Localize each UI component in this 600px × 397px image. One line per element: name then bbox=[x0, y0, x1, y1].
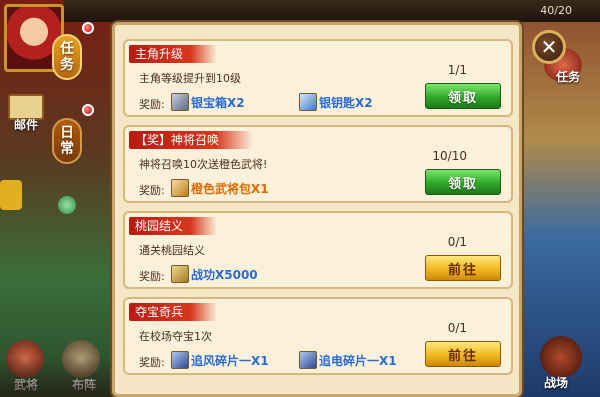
quest-description: 神将召唤10次送橙色武将! bbox=[139, 158, 268, 171]
top-bar: 40/20 bbox=[64, 0, 600, 22]
go-button[interactable]: 前往 bbox=[425, 255, 501, 281]
quest-description: 在校场夺宝1次 bbox=[139, 330, 212, 343]
reward-item: 追电碎片一X1 bbox=[299, 350, 397, 370]
claim-button[interactable]: 领取 bbox=[425, 83, 501, 109]
reward-label: 奖励: bbox=[139, 356, 165, 369]
quest-description: 通关桃园结义 bbox=[139, 244, 205, 257]
quest-title: 【奖】神将召唤 bbox=[129, 131, 254, 149]
reward-item: 追风碎片一X1 bbox=[171, 350, 269, 370]
silver-key-icon bbox=[299, 93, 317, 111]
fragment-icon bbox=[299, 351, 317, 369]
reward-item: 银钥匙X2 bbox=[299, 92, 373, 112]
fragment-icon bbox=[171, 351, 189, 369]
quest-progress: 0/1 bbox=[447, 235, 467, 249]
quest-card: 桃园结义 0/1 通关桃园结义 奖励: 战功X5000 前往 bbox=[123, 211, 513, 289]
quest-progress: 10/10 bbox=[432, 149, 467, 163]
reward-item: 银宝箱X2 bbox=[171, 92, 245, 112]
quest-card: 主角升级 1/1 主角等级提升到10级 奖励: 银宝箱X2 银钥匙X2 领取 bbox=[123, 39, 513, 117]
close-icon: ✕ bbox=[540, 35, 558, 59]
energy-counter: 40/20 bbox=[540, 4, 572, 17]
quest-description: 主角等级提升到10级 bbox=[139, 72, 241, 85]
reward-item: 橙色武将包X1 bbox=[171, 178, 269, 198]
reward-text: 战功X5000 bbox=[191, 267, 258, 282]
mail-label: 邮件 bbox=[14, 118, 39, 132]
go-button[interactable]: 前往 bbox=[425, 341, 501, 367]
quest-card: 【奖】神将召唤 10/10 神将召唤10次送橙色武将! 奖励: 橙色武将包X1 … bbox=[123, 125, 513, 203]
reward-label: 奖励: bbox=[139, 184, 165, 197]
quest-progress: 1/1 bbox=[447, 63, 467, 77]
reward-text: 银宝箱X2 bbox=[191, 95, 245, 110]
battlefield-label: 战场 bbox=[544, 376, 569, 390]
reward-text: 银钥匙X2 bbox=[319, 95, 373, 110]
tab-daily-notification-dot bbox=[82, 104, 94, 116]
quest-title: 主角升级 bbox=[129, 45, 218, 63]
reward-text: 追电碎片一X1 bbox=[319, 353, 397, 368]
reward-text: 橙色武将包X1 bbox=[191, 181, 269, 196]
battlefield-icon[interactable] bbox=[540, 336, 582, 378]
quest-progress: 0/1 bbox=[447, 321, 467, 335]
claim-button[interactable]: 领取 bbox=[425, 169, 501, 195]
tab-tasks-label-top: 任 bbox=[60, 41, 74, 57]
bottom-strip bbox=[0, 357, 112, 397]
quest-title: 夺宝奇兵 bbox=[129, 303, 218, 321]
tab-tasks[interactable]: 任 务 bbox=[52, 34, 82, 80]
jade-ornament-icon bbox=[58, 196, 76, 214]
reward-text: 追风碎片一X1 bbox=[191, 353, 269, 368]
quest-title: 桃园结义 bbox=[129, 217, 218, 235]
reward-label: 奖励: bbox=[139, 98, 165, 111]
general-pack-icon bbox=[171, 179, 189, 197]
task-label: 任务 bbox=[556, 70, 581, 84]
close-button[interactable]: ✕ bbox=[532, 30, 566, 64]
tab-daily[interactable]: 日 常 bbox=[52, 118, 82, 164]
quest-card: 夺宝奇兵 0/1 在校场夺宝1次 奖励: 追风碎片一X1 追电碎片一X1 前往 bbox=[123, 297, 513, 375]
tab-tasks-label-bottom: 务 bbox=[60, 57, 74, 73]
silver-chest-icon bbox=[171, 93, 189, 111]
reward-label: 奖励: bbox=[139, 270, 165, 283]
quest-panel: 主角升级 1/1 主角等级提升到10级 奖励: 银宝箱X2 银钥匙X2 领取 【… bbox=[112, 22, 522, 397]
reward-item: 战功X5000 bbox=[171, 264, 258, 284]
tab-tasks-notification-dot bbox=[82, 22, 94, 34]
voice-icon[interactable] bbox=[0, 180, 22, 210]
merit-icon bbox=[171, 265, 189, 283]
tab-daily-label-top: 日 bbox=[60, 125, 74, 141]
tab-daily-label-bottom: 常 bbox=[60, 141, 74, 157]
